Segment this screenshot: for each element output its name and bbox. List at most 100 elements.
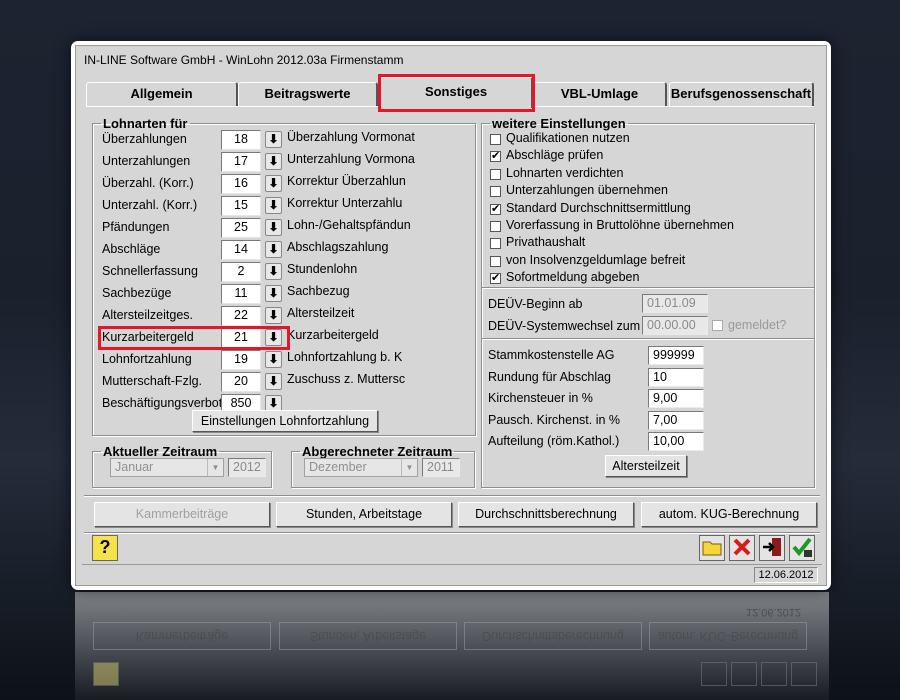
tab-vbl-umlage[interactable]: VBL-Umlage [533, 82, 667, 106]
reflection-button-3: Durchschnittsberechnung [464, 622, 642, 650]
setting-field-input[interactable]: 10,00 [648, 432, 704, 451]
setting-checkbox[interactable] [490, 186, 501, 197]
lohnarten-legend: Lohnarten für [103, 116, 188, 131]
tab-berufsgenossenschaft[interactable]: Berufsgenossenschaft [669, 82, 814, 106]
cancel-icon[interactable] [729, 535, 755, 561]
lookup-arrow-icon[interactable]: ⬇ [265, 329, 282, 346]
lohnart-description: Altersteilzeit [287, 306, 355, 320]
folder-icon[interactable] [699, 535, 725, 561]
gemeldet-checkbox[interactable] [712, 320, 723, 331]
weitere-einstellungen-legend: weitere Einstellungen [492, 116, 626, 131]
lohnart-number-field[interactable]: 22 [221, 306, 261, 326]
chevron-down-icon[interactable]: ▼ [207, 459, 223, 476]
aktueller-zeitraum-legend: Aktueller Zeitraum [103, 444, 218, 459]
setting-checkbox-label: Standard Durchschnittsermittlung [506, 201, 691, 215]
kammerbeitraege-button[interactable]: Kammerbeiträge [94, 502, 270, 527]
setting-checkbox-label: von Insolvenzgeldumlage befreit [506, 253, 686, 267]
setting-checkbox-label: Vorerfassung in Bruttolöhne übernehmen [506, 218, 734, 232]
setting-checkbox[interactable] [490, 256, 501, 267]
setting-checkbox[interactable] [490, 134, 501, 145]
setting-field-input[interactable]: 999999 [648, 346, 704, 365]
setting-checkbox-label: Sofortmeldung abgeben [506, 270, 640, 284]
lohnart-number-field[interactable]: 14 [221, 240, 261, 260]
help-icon[interactable]: ? [92, 535, 118, 561]
lohnart-description: Sachbezug [287, 284, 350, 298]
window-reflection: Kammerbeiträge Stunden, Arbeitstage Durc… [75, 592, 829, 700]
lohnart-description: Abschlagszahlung [287, 240, 389, 254]
lookup-arrow-icon[interactable]: ⬇ [265, 351, 282, 368]
lohnart-label: Beschäftigungsverbot [102, 396, 223, 410]
setting-checkbox[interactable] [490, 238, 501, 249]
lohnart-label: Unterzahl. (Korr.) [102, 198, 198, 212]
reflection-button-4: autom. KUG-Berechnung [649, 622, 807, 650]
separator [482, 338, 814, 339]
lookup-arrow-icon[interactable]: ⬇ [265, 175, 282, 192]
lohnart-description: Lohn-/Gehaltspfändun [287, 218, 411, 232]
save-check-icon[interactable] [789, 535, 815, 561]
setting-checkbox[interactable] [490, 221, 501, 232]
einstellungen-lohnfortzahlung-button[interactable]: Einstellungen Lohnfortzahlung [192, 410, 378, 432]
aktueller-month-value: Januar [115, 460, 154, 474]
durchschnittsberechnung-button[interactable]: Durchschnittsberechnung [458, 502, 634, 527]
window-client: IN-LINE Software GmbH - WinLohn 2012.03a… [75, 45, 827, 586]
lookup-arrow-icon[interactable]: ⬇ [265, 373, 282, 390]
lohnart-label: Abschläge [102, 242, 161, 256]
lohnart-number-field[interactable]: 25 [221, 218, 261, 238]
setting-field-input[interactable]: 9,00 [648, 389, 704, 408]
setting-checkbox[interactable]: ✔ [490, 273, 501, 284]
lohnart-number-field[interactable]: 19 [221, 350, 261, 370]
lookup-arrow-icon[interactable]: ⬇ [265, 219, 282, 236]
kug-berechnung-button[interactable]: autom. KUG-Berechnung [641, 502, 817, 527]
lohnart-number-field[interactable]: 17 [221, 152, 261, 172]
lookup-arrow-icon[interactable]: ⬇ [265, 153, 282, 170]
aktueller-month-select[interactable]: Januar ▼ [110, 458, 224, 477]
exit-door-icon[interactable] [759, 535, 785, 561]
chevron-down-icon[interactable]: ▼ [401, 459, 417, 476]
lohnart-description: Zuschuss z. Muttersc [287, 372, 406, 386]
setting-field-input[interactable]: 7,00 [648, 411, 704, 430]
lohnart-number-field[interactable]: 15 [221, 196, 261, 216]
reflection-button-2: Stunden, Arbeitstage [279, 622, 457, 650]
lohnart-description: Korrektur Überzahlun [287, 174, 406, 188]
lohnart-number-field[interactable]: 2 [221, 262, 261, 282]
lookup-arrow-icon[interactable]: ⬇ [265, 131, 282, 148]
setting-checkbox-label: Qualifikationen nutzen [506, 131, 630, 145]
separator [482, 287, 814, 288]
reflection-exit-icon [761, 662, 787, 686]
tab-allgemein[interactable]: Allgemein [86, 82, 238, 106]
lookup-arrow-icon[interactable]: ⬇ [265, 241, 282, 258]
status-date: 12.06.2012 [754, 567, 818, 583]
lookup-arrow-icon[interactable]: ⬇ [265, 285, 282, 302]
abgerechneter-month-select[interactable]: Dezember ▼ [304, 458, 418, 477]
lohnart-number-field[interactable]: 20 [221, 372, 261, 392]
setting-checkbox[interactable]: ✔ [490, 204, 501, 215]
lohnart-description: Stundenlohn [287, 262, 358, 276]
setting-field-input[interactable]: 10 [648, 368, 704, 387]
lookup-arrow-icon[interactable]: ⬇ [265, 263, 282, 280]
stunden-arbeitstage-button[interactable]: Stunden, Arbeitstage [276, 502, 452, 527]
abgerechneter-zeitraum-legend: Abgerechneter Zeitraum [302, 444, 453, 459]
reflection-help-icon [93, 662, 119, 686]
reflection-content: Kammerbeiträge Stunden, Arbeitstage Durc… [75, 592, 829, 700]
setting-checkbox[interactable]: ✔ [490, 151, 501, 162]
lohnart-description: Unterzahlung Vormona [287, 152, 415, 166]
lookup-arrow-icon[interactable]: ⬇ [265, 197, 282, 214]
tab-beitragswerte[interactable]: Beitragswerte [238, 82, 378, 106]
altersteilzeit-button[interactable]: Altersteilzeit [605, 455, 687, 477]
tab-sonstiges[interactable]: Sonstiges [380, 77, 533, 108]
deuev-beginn-field: 01.01.09 [642, 294, 708, 313]
lohnart-number-field[interactable]: 21 [221, 328, 261, 348]
lohnart-label: Schnellerfassung [102, 264, 198, 278]
reflection-button-1: Kammerbeiträge [93, 622, 271, 650]
lohnart-number-field[interactable]: 18 [221, 130, 261, 150]
svg-text:?: ? [100, 537, 111, 557]
setting-checkbox[interactable] [490, 169, 501, 180]
lookup-arrow-icon[interactable]: ⬇ [265, 307, 282, 324]
lohnart-label: Kurzarbeitergeld [102, 330, 194, 344]
lohnart-number-field[interactable]: 11 [221, 284, 261, 304]
lohnart-number-field[interactable]: 16 [221, 174, 261, 194]
setting-checkbox-label: Abschläge prüfen [506, 148, 604, 162]
lohnart-description: Überzahlung Vormonat [287, 130, 415, 144]
reflection-folder-icon [701, 662, 727, 686]
separator [84, 532, 820, 533]
